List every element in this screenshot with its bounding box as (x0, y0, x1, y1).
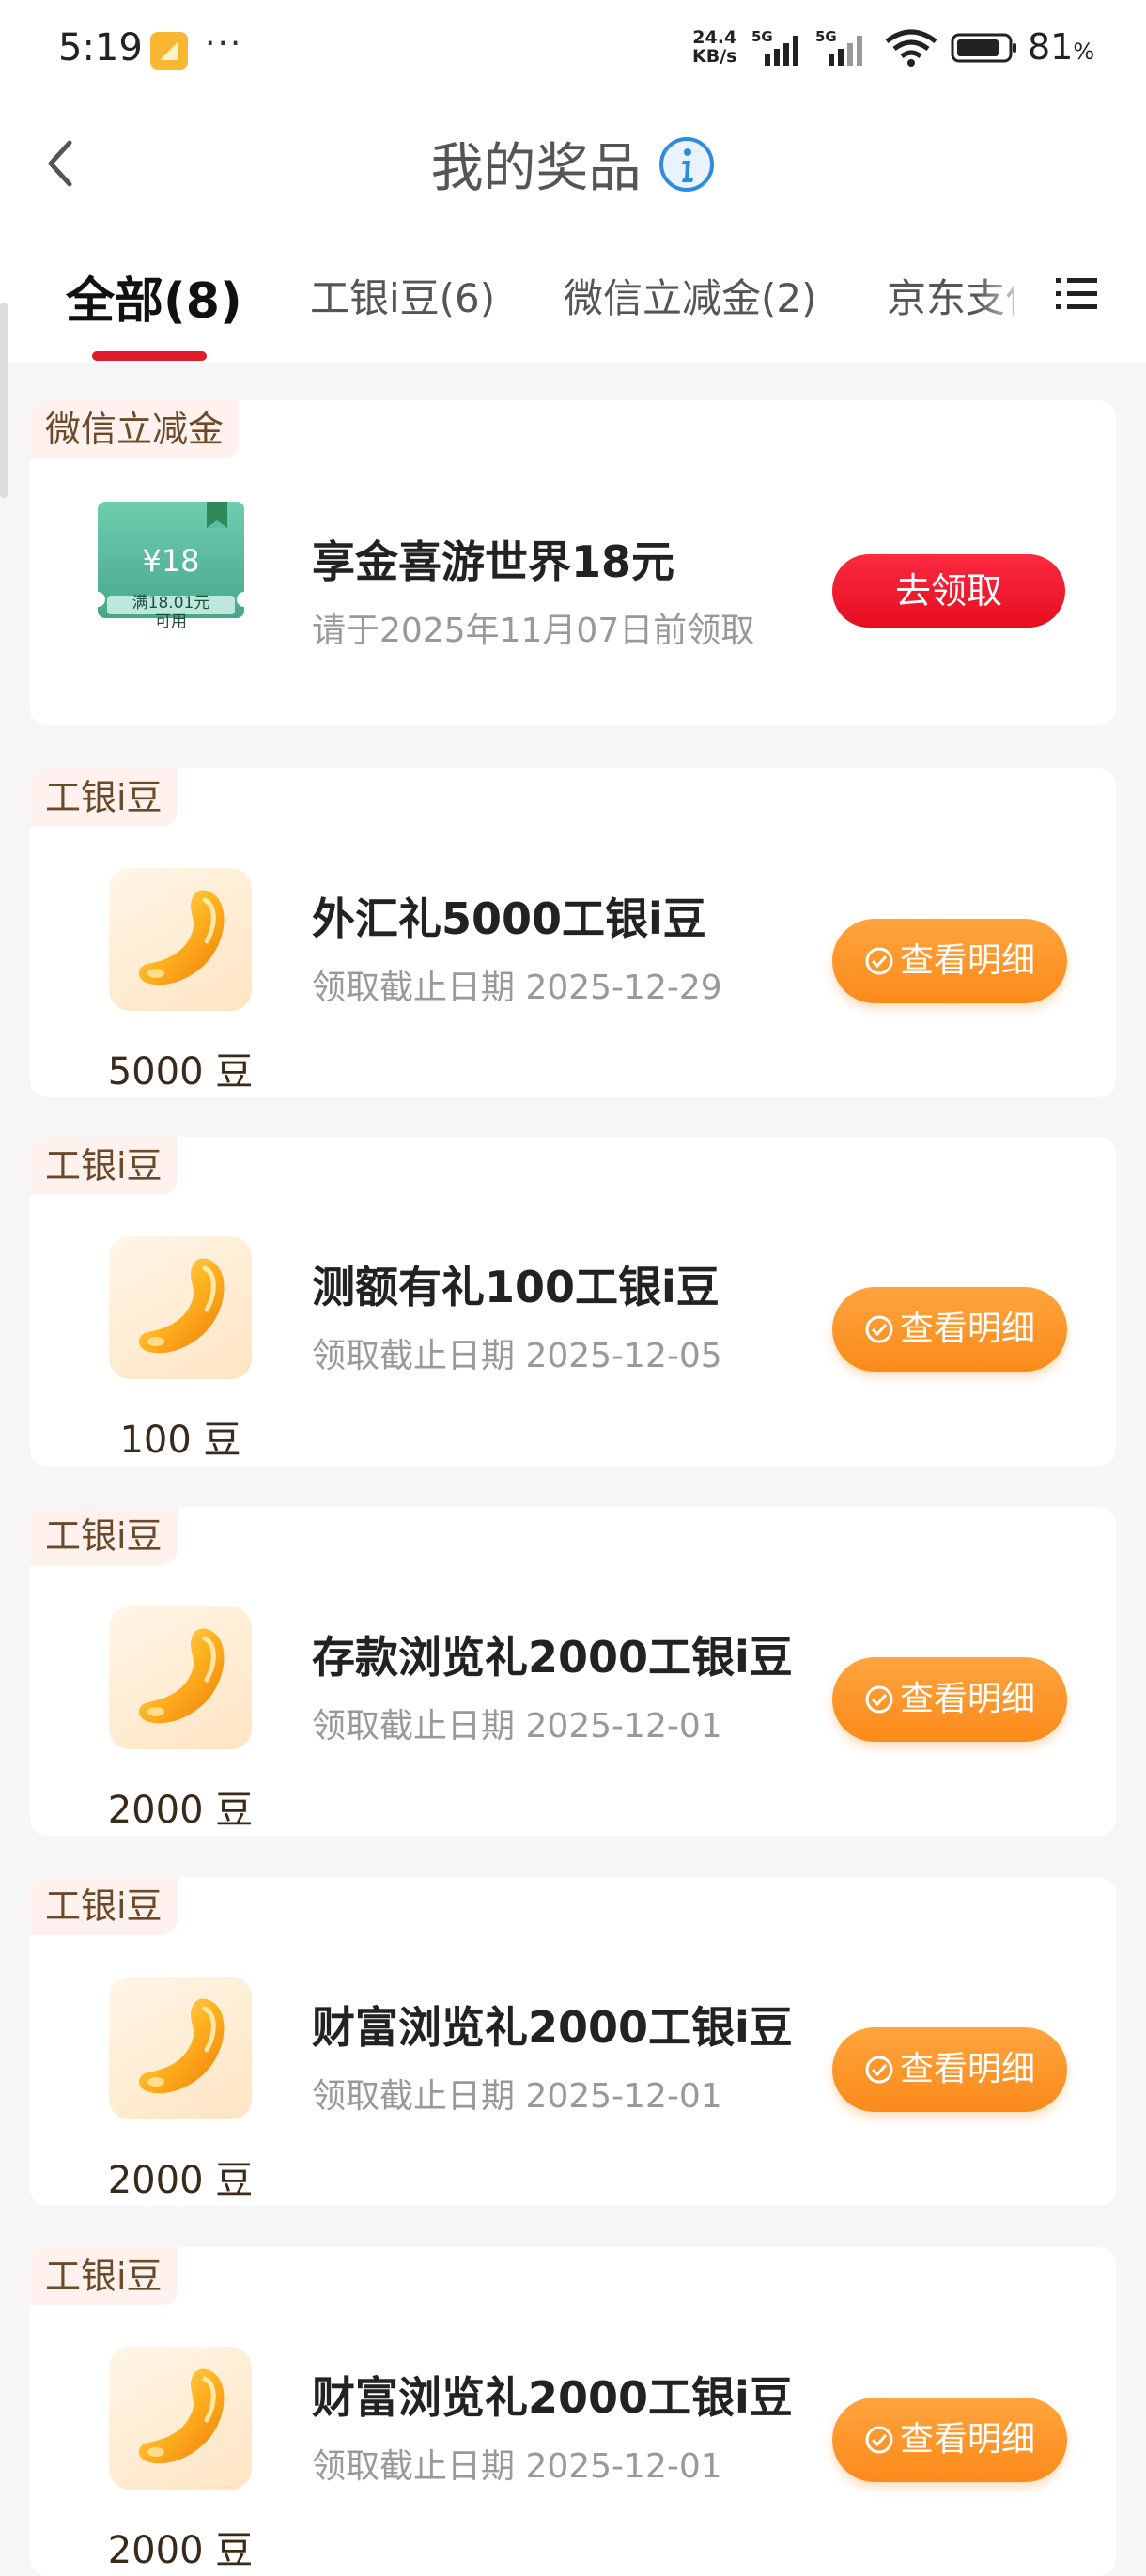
bean-amount: 100 豆 (119, 1419, 241, 1462)
check-circle-icon (865, 2426, 893, 2454)
network-speed-value: 24.4 (692, 27, 737, 48)
bean-image (109, 868, 252, 1011)
battery-percent: 81% (1028, 26, 1095, 68)
prize-type-tag: 工银i豆 (30, 1137, 178, 1195)
prize-card: 微信立减金 ¥18 满18.01元 可用 享金喜游世界18元 请于2025年11… (30, 400, 1116, 725)
prize-name: 测额有礼100工银i豆 (312, 1262, 720, 1312)
prize-tabs: 全部(8) 工银i豆(6) 微信立减金(2) 京东支付 (0, 225, 1146, 363)
view-details-button[interactable]: 查看明细 (832, 1287, 1067, 1372)
view-details-button[interactable]: 查看明细 (832, 2398, 1067, 2482)
status-time: 5:19 (58, 26, 143, 70)
prize-card: 工银i豆 100 豆 测额有礼100工银i豆 领取截止日期 2025-12-05… (30, 1137, 1116, 1466)
view-details-button[interactable]: 查看明细 (832, 919, 1067, 1003)
signal-sim2-icon: 5G (815, 28, 862, 66)
prize-deadline: 领取截止日期 2025-12-01 (312, 2447, 722, 2486)
prize-name: 存款浏览礼2000工银i豆 (312, 1632, 793, 1683)
check-circle-icon (865, 947, 893, 975)
voucher-price: ¥18 (142, 543, 200, 579)
bean-icon (130, 2362, 233, 2473)
prize-name: 外汇礼5000工银i豆 (312, 893, 706, 944)
bean-amount: 5000 豆 (107, 1050, 254, 1094)
view-details-button[interactable]: 查看明细 (832, 1657, 1067, 1742)
page-header: 我的奖品 (0, 98, 1146, 225)
bean-icon (130, 883, 233, 994)
sim2-type: 5G (815, 28, 837, 45)
sim1-type: 5G (751, 28, 773, 45)
active-tab-indicator (92, 351, 207, 361)
voucher-note-1: 满18.01元 (132, 594, 210, 613)
tab-fade (977, 254, 1033, 329)
bean-icon (130, 1251, 233, 1362)
bean-image (109, 2347, 252, 2490)
view-details-label: 查看明细 (899, 941, 1035, 980)
prize-card: 工银i豆 5000 豆 外汇礼5000工银i豆 领取截止日期 2025-12-2… (30, 768, 1116, 1097)
prize-card: 工银i豆 2000 豆 财富浏览礼2000工银i豆 领取截止日期 2025-12… (30, 1877, 1116, 2206)
prize-type-tag: 微信立减金 (30, 400, 240, 458)
check-circle-icon (865, 2056, 893, 2084)
network-speed: 24.4 KB/s (692, 28, 736, 66)
prize-deadline: 领取截止日期 2025-12-01 (312, 2077, 722, 2116)
view-details-label: 查看明细 (899, 2050, 1035, 2088)
prize-type-tag: 工银i豆 (30, 1507, 178, 1565)
view-details-label: 查看明细 (899, 2420, 1035, 2459)
claim-button[interactable]: 去领取 (832, 554, 1065, 628)
view-details-button[interactable]: 查看明细 (832, 2027, 1067, 2112)
prize-deadline: 请于2025年11月07日前领取 (312, 612, 755, 650)
prize-card: 工银i豆 2000 豆 存款浏览礼2000工银i豆 领取截止日期 2025-12… (30, 1507, 1116, 1836)
prize-name: 财富浏览礼2000工银i豆 (312, 2372, 793, 2423)
prize-deadline: 领取截止日期 2025-12-29 (312, 969, 722, 1007)
notification-app-icon (150, 32, 188, 70)
bean-image (109, 1236, 252, 1379)
battery-icon (951, 33, 1016, 63)
info-icon[interactable] (658, 135, 716, 194)
bean-image (109, 1606, 252, 1749)
bean-amount: 2000 豆 (107, 1789, 254, 1832)
prize-deadline: 领取截止日期 2025-12-01 (312, 1707, 722, 1746)
bean-amount: 2000 豆 (107, 2159, 254, 2202)
bean-icon (130, 1992, 233, 2103)
title-wrap: 我的奖品 (0, 126, 1146, 202)
view-details-label: 查看明细 (899, 1310, 1035, 1348)
prize-name: 财富浏览礼2000工银i豆 (312, 2002, 793, 2053)
prize-type-tag: 工银i豆 (30, 1877, 178, 1935)
more-notifications-icon: ··· (205, 24, 243, 63)
status-bar: 5:19 ··· 24.4 KB/s 5G 5G 81% (0, 0, 1146, 98)
view-details-label: 查看明细 (899, 1680, 1035, 1718)
tab-icbc-beans[interactable]: 工银i豆(6) (310, 267, 495, 324)
page-title: 我的奖品 (430, 138, 642, 199)
check-circle-icon (865, 1685, 893, 1714)
tab-all[interactable]: 全部(8) (66, 261, 242, 332)
prize-card: 工银i豆 2000 豆 财富浏览礼2000工银i豆 领取截止日期 2025-12… (30, 2247, 1116, 2576)
bean-amount: 2000 豆 (107, 2529, 254, 2572)
prize-type-tag: 工银i豆 (30, 2247, 178, 2305)
prize-type-tag: 工银i豆 (30, 768, 178, 827)
bean-icon (130, 1622, 233, 1732)
network-speed-unit: KB/s (692, 46, 737, 67)
bean-image (109, 1977, 252, 2119)
tab-wechat-voucher[interactable]: 微信立减金(2) (564, 267, 817, 324)
prize-deadline: 领取截止日期 2025-12-05 (312, 1337, 722, 1375)
scroll-indicator (0, 303, 8, 498)
prize-name: 享金喜游世界18元 (312, 536, 675, 587)
voucher-condition: 满18.01元 可用 (98, 594, 244, 631)
voucher-note-2: 可用 (155, 613, 187, 631)
wifi-icon (885, 29, 937, 67)
check-circle-icon (865, 1315, 893, 1343)
category-menu-icon[interactable] (1056, 272, 1099, 316)
